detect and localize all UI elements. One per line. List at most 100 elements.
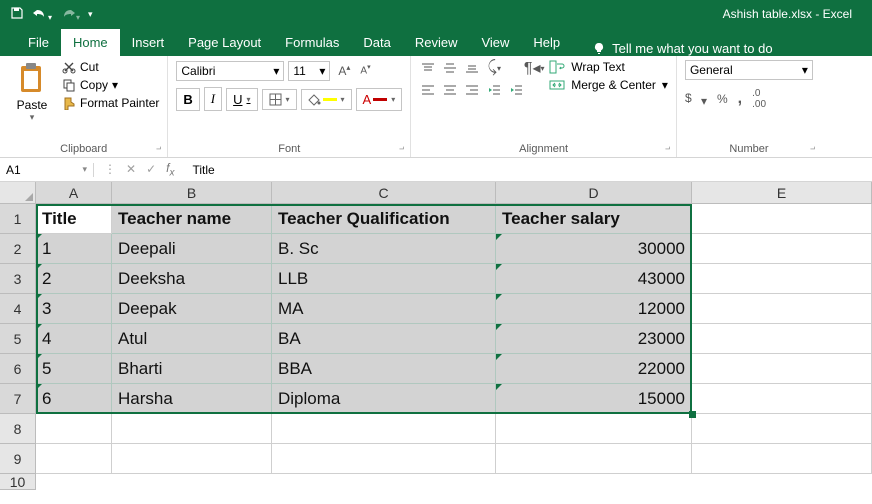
cell[interactable]: BBA [272,354,496,384]
cell[interactable] [272,414,496,444]
align-center-button[interactable] [441,82,459,98]
cell[interactable]: Deepak [112,294,272,324]
bold-button[interactable]: B [176,88,199,111]
increase-decimal-button[interactable]: .0.00 [752,88,766,110]
cell[interactable] [112,414,272,444]
cell[interactable] [496,414,692,444]
cell[interactable] [272,444,496,474]
col-header[interactable]: D [496,182,692,204]
row-header[interactable]: 1 [0,204,36,234]
col-header[interactable]: C [272,182,496,204]
align-right-button[interactable] [463,82,481,98]
formula-input[interactable]: Title [184,163,214,177]
cell[interactable] [36,444,112,474]
copy-button[interactable]: Copy ▾ [62,78,159,92]
comma-button[interactable]: , [738,90,742,108]
row-header[interactable]: 8 [0,414,36,444]
row-header[interactable]: 6 [0,354,36,384]
row-header[interactable]: 7 [0,384,36,414]
worksheet-grid[interactable]: 1 2 3 4 5 6 7 8 9 10 A B C D E Title Tea… [0,182,872,490]
cell[interactable]: B. Sc [272,234,496,264]
col-header[interactable]: B [112,182,272,204]
row-header[interactable]: 5 [0,324,36,354]
redo-icon[interactable]: ▾ [60,6,80,23]
tab-help[interactable]: Help [521,29,572,56]
orientation-button[interactable]: ⤹▾ [485,60,503,76]
cell[interactable]: Harsha [112,384,272,414]
undo-icon[interactable]: ▾ [32,6,52,23]
cell[interactable]: 23000 [496,324,692,354]
col-header[interactable]: A [36,182,112,204]
cell[interactable]: Teacher Qualification [272,204,496,234]
tab-data[interactable]: Data [351,29,402,56]
cell[interactable]: 1 [36,234,112,264]
format-painter-button[interactable]: Format Painter [62,96,159,110]
name-box[interactable]: A1▾ [0,163,94,177]
col-header[interactable]: E [692,182,872,204]
cell[interactable]: Diploma [272,384,496,414]
cell[interactable] [692,204,872,234]
number-format-select[interactable]: General▾ [685,60,813,80]
cell[interactable]: 43000 [496,264,692,294]
row-header[interactable]: 2 [0,234,36,264]
cell[interactable] [692,384,872,414]
row-header[interactable]: 10 [0,474,36,490]
cell[interactable]: Deepali [112,234,272,264]
tab-formulas[interactable]: Formulas [273,29,351,56]
percent-button[interactable]: % [717,92,728,106]
cell[interactable] [36,414,112,444]
decrease-font-button[interactable]: A▾ [356,60,374,81]
cell[interactable] [692,354,872,384]
underline-button[interactable]: U▾ [226,88,257,111]
namebox-expand-icon[interactable]: ⋮ [104,162,116,176]
cell[interactable]: BA [272,324,496,354]
align-bottom-button[interactable] [463,60,481,76]
cell[interactable]: 30000 [496,234,692,264]
fill-handle[interactable] [689,411,696,418]
italic-button[interactable]: I [204,87,222,111]
fill-color-button[interactable]: ▾ [301,89,352,110]
cell[interactable]: MA [272,294,496,324]
font-size-select[interactable]: 11▾ [288,61,330,81]
cell[interactable] [692,444,872,474]
cell[interactable]: Bharti [112,354,272,384]
align-left-button[interactable] [419,82,437,98]
tab-home[interactable]: Home [61,29,120,56]
increase-indent-button[interactable] [507,82,525,98]
row-header[interactable]: 4 [0,294,36,324]
tab-file[interactable]: File [16,29,61,56]
tab-view[interactable]: View [469,29,521,56]
tab-review[interactable]: Review [403,29,470,56]
cell[interactable] [692,324,872,354]
tab-insert[interactable]: Insert [120,29,177,56]
cell[interactable]: Teacher salary [496,204,692,234]
cell[interactable] [496,444,692,474]
select-all-corner[interactable] [0,182,36,204]
cell[interactable] [692,234,872,264]
accounting-button[interactable]: $▾ [685,91,707,108]
paste-button[interactable]: Paste ▾ [8,60,56,123]
cancel-icon[interactable]: ✕ [126,162,136,176]
cell[interactable]: 15000 [496,384,692,414]
tell-me[interactable]: Tell me what you want to do [572,41,772,56]
cell[interactable]: LLB [272,264,496,294]
font-color-button[interactable]: A▾ [356,88,403,111]
cell[interactable]: 4 [36,324,112,354]
align-middle-button[interactable] [441,60,459,76]
wrap-text-button[interactable]: Wrap Text [549,60,668,74]
row-header[interactable]: 3 [0,264,36,294]
increase-font-button[interactable]: A▴ [334,60,354,81]
tab-pagelayout[interactable]: Page Layout [176,29,273,56]
align-top-button[interactable] [419,60,437,76]
cell[interactable]: 22000 [496,354,692,384]
cell[interactable] [692,264,872,294]
cell[interactable]: Atul [112,324,272,354]
enter-icon[interactable]: ✓ [146,162,156,176]
row-header[interactable]: 9 [0,444,36,474]
merge-center-button[interactable]: Merge & Center ▾ [549,78,668,92]
cell[interactable] [112,444,272,474]
cell[interactable]: Deeksha [112,264,272,294]
rtl-button[interactable]: ¶◂▾ [525,60,543,76]
borders-button[interactable]: ▾ [262,89,297,110]
cell[interactable] [692,414,872,444]
